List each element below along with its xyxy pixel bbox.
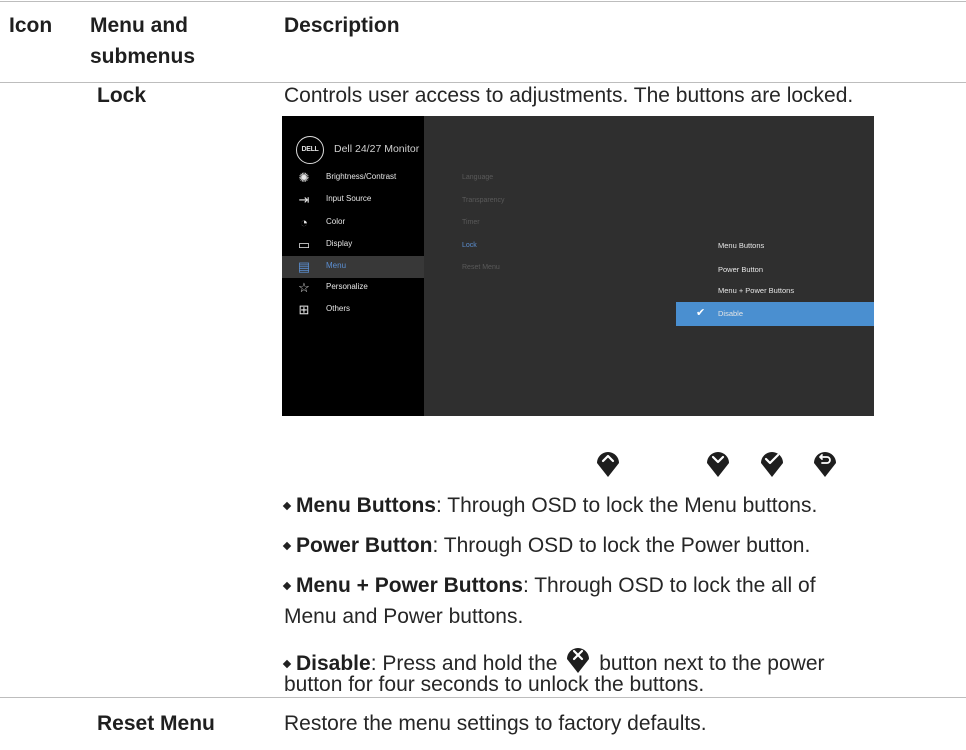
bullet-power-button: Power Button: Through OSD to lock the Po… xyxy=(282,534,811,558)
bullet-text: : Through OSD to lock the all of xyxy=(522,574,816,597)
color-icon: ◔ xyxy=(300,215,308,230)
bullet-menu-power-buttons: Menu + Power Buttons: Through OSD to loc… xyxy=(282,574,816,598)
dell-logo: DELL xyxy=(296,136,324,164)
osd-menu-label: Menu xyxy=(326,261,347,270)
osd-menu-menu[interactable]: ▤ Menu xyxy=(282,256,424,278)
osd-option-label: Power Button xyxy=(718,265,764,274)
table-top-rule xyxy=(0,1,966,2)
bullet-disable: Disable: Press and hold the button next … xyxy=(282,642,825,676)
osd-menu-brightness[interactable]: ✺ Brightness/Contrast xyxy=(282,167,424,189)
down-icon xyxy=(707,452,729,477)
bullet-icon xyxy=(282,501,292,511)
osd-submenu-timer[interactable]: Timer xyxy=(462,219,480,226)
bullet-term: Disable xyxy=(296,652,371,675)
osd-menu-color[interactable]: ◔ Color xyxy=(282,212,424,234)
row-divider-rule xyxy=(0,697,966,698)
osd-submenu-transparency[interactable]: Transparency xyxy=(462,197,505,204)
osd-menu-others[interactable]: ⊞ Others xyxy=(282,299,424,321)
osd-menu-label: Display xyxy=(326,239,353,248)
osd-menu-personalize[interactable]: ☆ Personalize xyxy=(282,277,424,299)
lock-description: Controls user access to adjustments. The… xyxy=(284,84,854,107)
osd-menu-label: Input Source xyxy=(326,194,372,203)
osd-option-label: Menu + Power Buttons xyxy=(718,286,795,295)
bullet-icon xyxy=(282,659,292,669)
osd-submenu-language[interactable]: Language xyxy=(462,174,493,181)
menu-icon: ▤ xyxy=(297,259,311,274)
osd-option-menu-power-buttons[interactable]: Menu + Power Buttons xyxy=(676,279,874,303)
bullet-text: button next to the power xyxy=(599,652,825,675)
checkmark-icon: ✔ xyxy=(696,307,706,319)
up-icon xyxy=(597,452,619,477)
header-bottom-rule xyxy=(0,82,966,83)
header-menu-line2: submenus xyxy=(90,45,196,68)
osd-option-menu-buttons[interactable]: Menu Buttons xyxy=(676,234,874,258)
osd-menu-input-source[interactable]: ⇥ Input Source xyxy=(282,189,424,211)
check-icon xyxy=(761,452,783,477)
display-icon: ▭ xyxy=(297,237,311,252)
others-icon: ⊞ xyxy=(298,302,310,317)
bullet-icon xyxy=(282,541,292,551)
osd-option-disable[interactable]: ✔ Disable xyxy=(676,302,874,326)
osd-menu-label: Others xyxy=(326,304,351,313)
header-icon: Icon xyxy=(9,14,53,37)
star-icon: ☆ xyxy=(298,280,310,295)
bullet-menu-buttons: Menu Buttons: Through OSD to lock the Me… xyxy=(282,494,818,518)
bullet-text: : Press and hold the xyxy=(370,652,558,675)
bullet-term: Menu Buttons xyxy=(296,494,436,517)
osd-option-label: Menu Buttons xyxy=(718,241,765,250)
brightness-icon: ✺ xyxy=(298,170,310,185)
osd-menu-label: Personalize xyxy=(326,282,368,291)
reset-menu-description: Restore the menu settings to factory def… xyxy=(284,712,707,735)
osd-title: Dell 24/27 Monitor xyxy=(334,143,420,155)
bullet-icon xyxy=(282,581,292,591)
osd-submenu-lock[interactable]: Lock xyxy=(462,242,477,249)
osd-option-label: Disable xyxy=(718,309,744,318)
header-description: Description xyxy=(284,14,400,37)
row-label-lock: Lock xyxy=(97,84,147,107)
bullet-menu-power-buttons-cont: Menu and Power buttons. xyxy=(284,605,524,628)
back-icon xyxy=(814,452,836,477)
osd-menu-label: Brightness/Contrast xyxy=(326,172,397,181)
bullet-text: : Through OSD to lock the Power button. xyxy=(432,534,811,557)
row-label-reset-menu: Reset Menu xyxy=(97,712,215,735)
osd-submenu-reset-menu[interactable]: Reset Menu xyxy=(462,264,500,271)
osd-menu-label: Color xyxy=(326,217,346,226)
osd-sidebar: DELL Dell 24/27 Monitor ✺ Brightness/Con… xyxy=(282,116,424,416)
osd-screenshot: DELL Dell 24/27 Monitor ✺ Brightness/Con… xyxy=(282,116,874,416)
osd-menu-display[interactable]: ▭ Display xyxy=(282,234,424,256)
bullet-term: Power Button xyxy=(296,534,433,557)
bullet-text: : Through OSD to lock the Menu buttons. xyxy=(435,494,818,517)
input-source-icon: ⇥ xyxy=(298,192,310,207)
bullet-term: Menu + Power Buttons xyxy=(296,574,523,597)
bullet-disable-cont: button for four seconds to unlock the bu… xyxy=(284,673,705,696)
header-menu-line1: Menu and xyxy=(90,14,188,37)
close-button-icon xyxy=(567,648,590,673)
